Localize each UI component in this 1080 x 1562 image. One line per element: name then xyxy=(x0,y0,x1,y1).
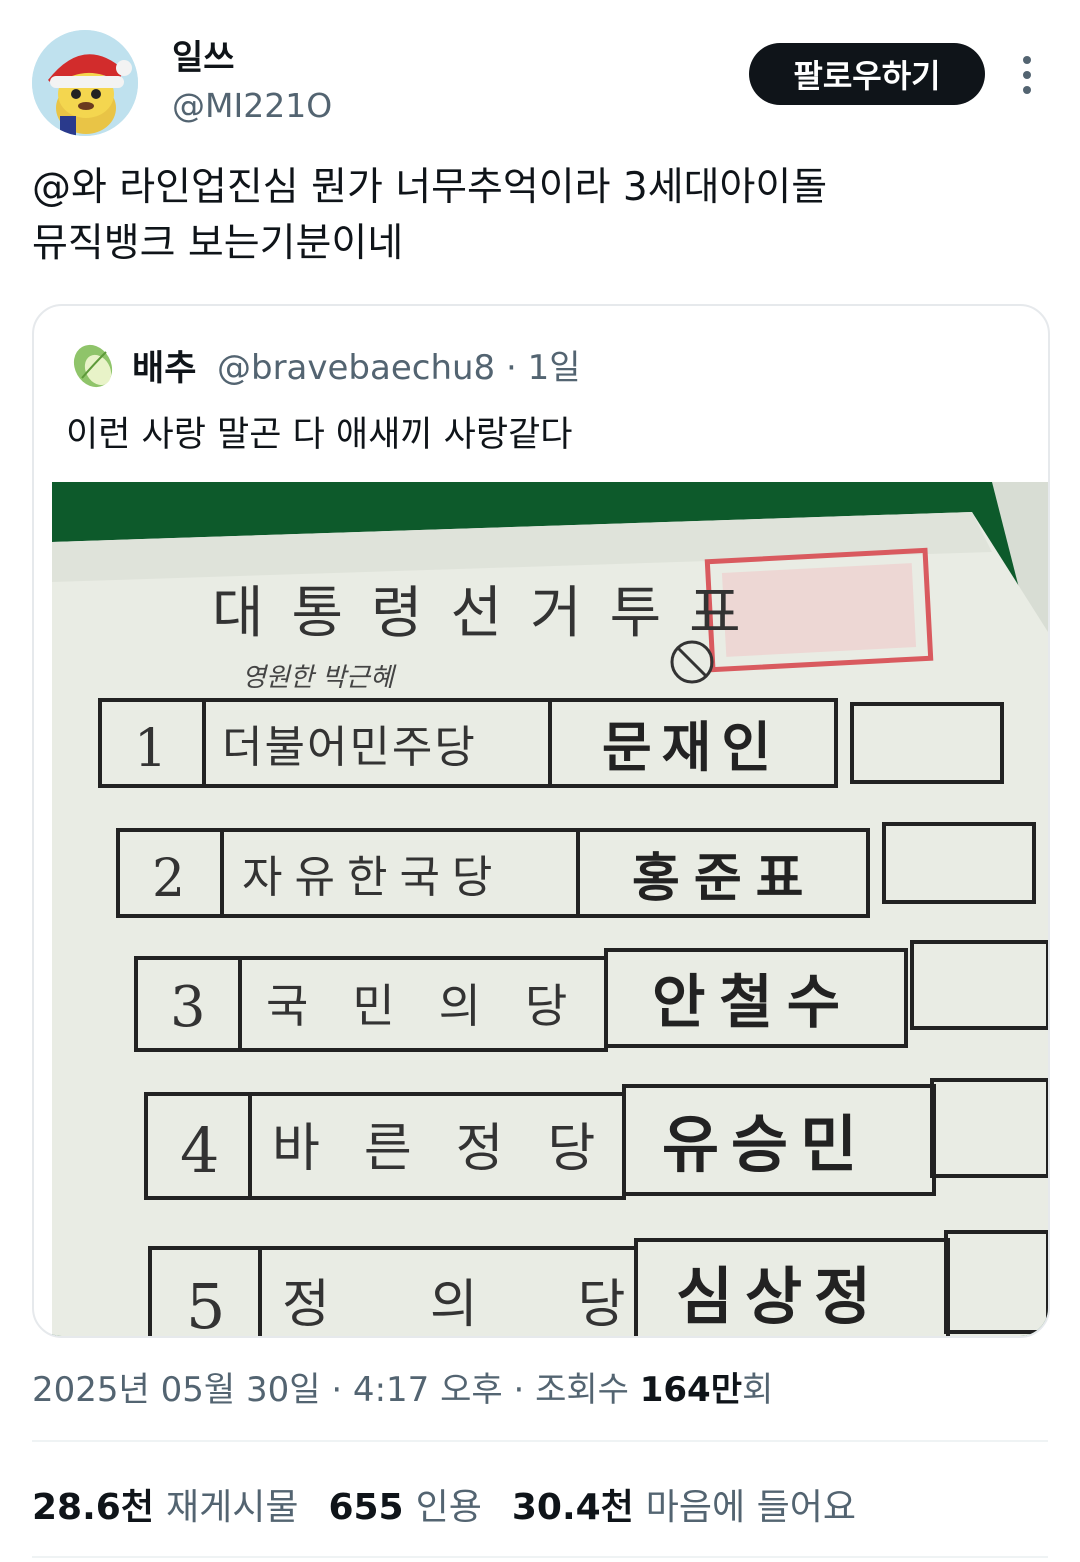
ballot-scribble: 영원한 박근혜 xyxy=(242,663,397,693)
like-count: 30.4천 xyxy=(511,1487,634,1528)
ballot-row-number: 5 xyxy=(186,1270,225,1338)
like-label: 마음에 들어요 xyxy=(645,1487,856,1528)
quoted-text: 이런 사랑 말곤 다 애새끼 사랑같다 xyxy=(66,415,573,455)
tweet-text-line: @와 라인업진심 뭔가 너무추억이라 3세대아이돌 xyxy=(32,165,828,210)
tweet-timestamp[interactable]: 2025년 05월 30일 · 4:17 오후 · 조회수 xyxy=(32,1370,640,1410)
ballot-row-candidate: 심상정 xyxy=(676,1260,883,1333)
ballot-title: 대통령선거투표 xyxy=(212,581,769,646)
tweet-text: @와 라인업진심 뭔가 너무추억이라 3세대아이돌 뮤직뱅크 보는기분이네 xyxy=(32,160,1042,272)
more-options-icon[interactable] xyxy=(1012,52,1042,98)
tweet-header: 일쓰 @MI221O 팔로우하기 xyxy=(0,0,1080,150)
view-count-suffix: 회 xyxy=(742,1370,774,1410)
like-stat[interactable]: 30.4천 마음에 들어요 xyxy=(512,1478,856,1530)
divider xyxy=(32,1556,1048,1558)
quote-stat[interactable]: 655 인용 xyxy=(328,1478,481,1530)
quoted-author-name: 배추 xyxy=(132,349,197,389)
quoted-author-handle: @bravebaechu8 · 1일 xyxy=(217,348,581,388)
author-handle[interactable]: @MI221O xyxy=(172,86,332,125)
ballot-row-candidate: 문재인 xyxy=(602,715,781,779)
ballot-row-candidate: 홍준표 xyxy=(632,848,818,909)
ballot-row-number: 3 xyxy=(170,975,206,1040)
ballot-photo[interactable]: 대통령선거투표 영원한 박근혜 1 더불어민주당 문재인 2 자유한국당 홍준표… xyxy=(52,482,1048,1338)
retweet-count: 28.6천 xyxy=(32,1487,154,1528)
ballot-row-number: 4 xyxy=(180,1114,219,1187)
ballot-row-party: 정의당 xyxy=(282,1275,726,1335)
ballot-row-number: 1 xyxy=(134,719,167,779)
ballot-row-party: 국민의당 xyxy=(266,979,611,1033)
retweet-stat[interactable]: 28.6천 재게시물 xyxy=(32,1478,298,1530)
author-avatar[interactable] xyxy=(32,30,138,136)
follow-button[interactable]: 팔로우하기 xyxy=(749,43,985,105)
ballot-row-party: 바른정당 xyxy=(272,1119,639,1179)
quoted-tweet[interactable]: 배추 @bravebaechu8 · 1일 이런 사랑 말곤 다 애새끼 사랑같… xyxy=(32,304,1050,1338)
retweet-label: 재게시물 xyxy=(165,1487,299,1528)
tweet-stats: 28.6천 재게시물 655 인용 30.4천 마음에 들어요 xyxy=(32,1478,856,1530)
view-count: 164만 xyxy=(639,1370,742,1410)
tweet-meta: 2025년 05월 30일 · 4:17 오후 · 조회수 164만회 xyxy=(32,1362,773,1411)
quote-label: 인용 xyxy=(415,1487,482,1528)
ballot-row-candidate: 유승민 xyxy=(662,1108,869,1181)
quote-count: 655 xyxy=(328,1487,404,1528)
ballot-row-party: 더불어민주당 xyxy=(222,722,477,773)
tweet-text-line: 뮤직뱅크 보는기분이네 xyxy=(32,221,404,266)
ballot-row-number: 2 xyxy=(152,849,185,909)
cabbage-avatar-icon xyxy=(70,338,116,390)
ballot-row-candidate: 안철수 xyxy=(652,968,854,1036)
author-name[interactable]: 일쓰 xyxy=(172,30,235,79)
divider xyxy=(32,1440,1048,1442)
ballot-row-party: 자유한국당 xyxy=(242,852,504,903)
